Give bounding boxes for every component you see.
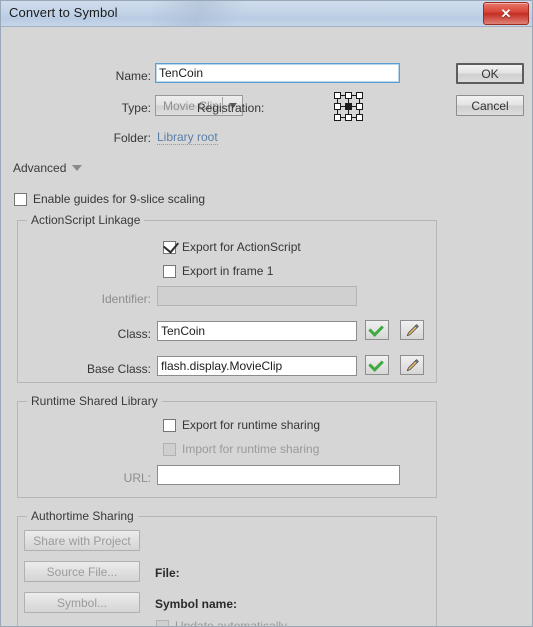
export-runtime-sharing-checkbox[interactable]: [163, 418, 176, 432]
base-class-validate-button[interactable]: [365, 355, 389, 375]
dialog-body: Name: OK Cancel Type: Movie Clip Registr…: [1, 27, 532, 627]
update-automatically-checkbox: [156, 619, 169, 626]
update-automatically-row: Update automatically: [156, 619, 288, 627]
name-input[interactable]: [155, 63, 400, 83]
folder-label: Folder:: [113, 131, 151, 145]
class-label: Class:: [117, 327, 151, 341]
reg-cell-bottom-right[interactable]: [356, 114, 363, 121]
url-input[interactable]: [157, 465, 400, 485]
type-label: Type:: [121, 101, 151, 115]
close-icon: ✕: [500, 6, 512, 21]
export-for-actionscript-row[interactable]: Export for ActionScript: [162, 236, 301, 254]
nine-slice-label: Enable guides for 9-slice scaling: [33, 192, 206, 206]
export-in-frame-row[interactable]: Export in frame 1: [163, 264, 273, 278]
reg-cell-middle-left[interactable]: [334, 103, 341, 110]
class-edit-button[interactable]: [400, 320, 424, 340]
title-bar: Convert to Symbol ✕: [1, 1, 532, 27]
name-label: Name:: [115, 69, 151, 83]
advanced-disclosure[interactable]: Advanced: [13, 161, 83, 175]
titlebar-highlight: [151, 1, 271, 26]
close-button[interactable]: ✕: [483, 2, 529, 25]
source-file-button: Source File...: [24, 561, 140, 582]
class-validate-button[interactable]: [365, 320, 389, 340]
export-in-frame-label: Export in frame 1: [182, 264, 274, 278]
reg-cell-middle-right[interactable]: [356, 103, 363, 110]
identifier-input: [157, 286, 357, 306]
symbol-button: Symbol...: [24, 592, 140, 613]
export-for-actionscript-label: Export for ActionScript: [182, 240, 301, 254]
import-runtime-sharing-label: Import for runtime sharing: [182, 442, 320, 456]
nine-slice-checkbox-row[interactable]: Enable guides for 9-slice scaling: [14, 192, 205, 206]
import-runtime-sharing-row: Import for runtime sharing: [163, 442, 319, 456]
reg-cell-center[interactable]: [345, 103, 352, 110]
base-class-input[interactable]: [157, 356, 357, 376]
reg-cell-bottom-center[interactable]: [345, 114, 352, 121]
check-icon: [367, 320, 384, 337]
file-label: File:: [155, 566, 180, 580]
export-for-actionscript-checkbox[interactable]: [162, 236, 180, 254]
export-runtime-sharing-label: Export for runtime sharing: [182, 418, 321, 432]
registration-point-grid[interactable]: [334, 92, 365, 123]
base-class-edit-button[interactable]: [400, 355, 424, 375]
dialog-title: Convert to Symbol: [9, 5, 118, 20]
reg-cell-bottom-left[interactable]: [334, 114, 341, 121]
import-runtime-sharing-checkbox: [163, 442, 176, 456]
ok-button[interactable]: OK: [456, 63, 524, 84]
identifier-label: Identifier:: [101, 292, 151, 306]
registration-label: Registration:: [197, 101, 265, 115]
advanced-label: Advanced: [13, 161, 67, 175]
cancel-button[interactable]: Cancel: [456, 95, 524, 116]
pencil-icon: [406, 323, 419, 336]
runtime-shared-library-title: Runtime Shared Library: [27, 394, 162, 408]
class-input[interactable]: [157, 321, 357, 341]
folder-link[interactable]: Library root: [157, 130, 218, 145]
export-runtime-sharing-row[interactable]: Export for runtime sharing: [163, 418, 320, 432]
share-with-project-button: Share with Project: [24, 530, 140, 551]
symbol-name-label: Symbol name:: [155, 597, 238, 611]
pencil-icon: [406, 358, 419, 371]
export-in-frame-checkbox[interactable]: [163, 264, 176, 278]
nine-slice-checkbox[interactable]: [14, 192, 27, 206]
actionscript-linkage-title: ActionScript Linkage: [27, 213, 145, 227]
chevron-down-icon: [72, 165, 83, 171]
reg-cell-top-center[interactable]: [345, 92, 352, 99]
update-automatically-label: Update automatically: [175, 619, 288, 627]
reg-cell-top-right[interactable]: [356, 92, 363, 99]
convert-to-symbol-dialog: Convert to Symbol ✕ Name: OK Cancel Type…: [0, 0, 533, 627]
check-icon: [162, 236, 180, 254]
authortime-sharing-title: Authortime Sharing: [27, 509, 138, 523]
url-label: URL:: [123, 471, 151, 485]
reg-cell-top-left[interactable]: [334, 92, 341, 99]
base-class-label: Base Class:: [86, 362, 151, 376]
check-icon: [367, 355, 384, 372]
